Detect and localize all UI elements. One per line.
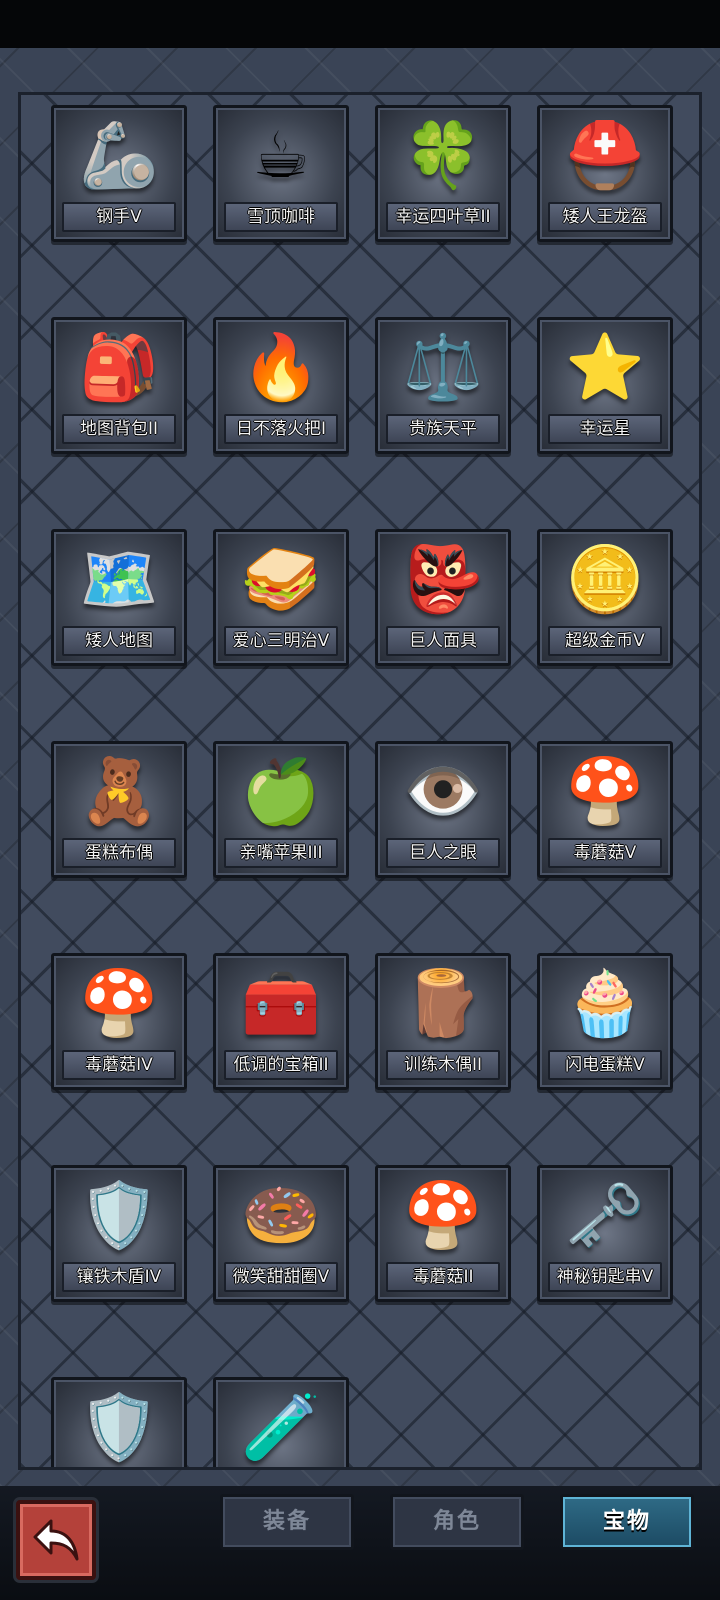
- treasure-name-label: 日不落火把I: [224, 414, 338, 444]
- treasure-name-label: 爱心三明治V: [224, 626, 338, 656]
- treasure-name-label: 毒蘑菇IV: [62, 1050, 176, 1080]
- treasure-icon: 🍄: [565, 755, 645, 829]
- treasure-card[interactable]: 🧁 闪电蛋糕V: [537, 953, 673, 1090]
- treasure-icon: 🧪: [241, 1391, 321, 1465]
- treasure-card[interactable]: 👺 巨人面具: [375, 529, 511, 666]
- treasure-card[interactable]: ☕ 雪顶咖啡: [213, 105, 349, 242]
- treasure-icon: 🪵: [403, 967, 483, 1041]
- treasure-name-label: 地图背包II: [62, 414, 176, 444]
- treasure-icon: 🍄: [79, 967, 159, 1041]
- treasure-card[interactable]: 🍏 亲嘴苹果III: [213, 741, 349, 878]
- treasure-card[interactable]: 🦾 钢手V: [51, 105, 187, 242]
- treasure-icon: 👺: [403, 543, 483, 617]
- treasure-name-label: 闪电蛋糕V: [548, 1050, 662, 1080]
- bottom-nav-bar: 装备 角色 宝物: [0, 1486, 720, 1600]
- treasure-name-label: 矮人地图: [62, 626, 176, 656]
- treasure-icon: 🗺️: [79, 543, 159, 617]
- treasure-icon: ⭐: [565, 331, 645, 405]
- treasure-icon: 🍄: [403, 1179, 483, 1253]
- treasure-icon: 🍏: [241, 755, 321, 829]
- treasure-name-label: 镶铁木盾IV: [62, 1262, 176, 1292]
- treasure-icon: 🛡️: [79, 1179, 159, 1253]
- treasure-card[interactable]: 👁️ 巨人之眼: [375, 741, 511, 878]
- treasure-name-label: 幸运四叶草II: [386, 202, 500, 232]
- treasure-card[interactable]: 🧸 蛋糕布偶: [51, 741, 187, 878]
- treasure-card[interactable]: ⛑️ 矮人王龙盔: [537, 105, 673, 242]
- treasure-card[interactable]: 🍀 幸运四叶草II: [375, 105, 511, 242]
- treasure-icon: 🧰: [241, 967, 321, 1041]
- treasure-card[interactable]: 🧰 低调的宝箱II: [213, 953, 349, 1090]
- treasure-name-label: 低调的宝箱II: [224, 1050, 338, 1080]
- treasure-icon: ⛑️: [565, 119, 645, 193]
- treasure-name-label: 雪顶咖啡: [224, 202, 338, 232]
- treasure-name-label: 毒蘑菇II: [386, 1262, 500, 1292]
- treasure-grid-frame[interactable]: 🦾 钢手V ☕ 雪顶咖啡 🍀 幸运四叶草II ⛑️ 矮人王龙盔 🎒 地图背包II 🔥 日不落火把I ⚖️…: [18, 92, 702, 1470]
- treasure-card[interactable]: 🧪: [213, 1377, 349, 1467]
- treasure-icon: 🔥: [241, 331, 321, 405]
- treasure-card[interactable]: 🔥 日不落火把I: [213, 317, 349, 454]
- treasure-card[interactable]: 🪙 超级金币V: [537, 529, 673, 666]
- treasure-name-label: 微笑甜甜圈V: [224, 1262, 338, 1292]
- treasure-icon: 🧸: [79, 755, 159, 829]
- treasure-name-label: 亲嘴苹果III: [224, 838, 338, 868]
- treasure-card[interactable]: 🗺️ 矮人地图: [51, 529, 187, 666]
- back-arrow-icon: [33, 1519, 79, 1561]
- treasure-name-label: 巨人之眼: [386, 838, 500, 868]
- treasure-card[interactable]: 🥪 爱心三明治V: [213, 529, 349, 666]
- treasure-icon: 🎒: [79, 331, 159, 405]
- treasure-card[interactable]: 🍩 微笑甜甜圈V: [213, 1165, 349, 1302]
- treasure-icon: 🦾: [79, 119, 159, 193]
- treasure-name-label: 钢手V: [62, 202, 176, 232]
- treasure-name-label: 神秘钥匙串V: [548, 1262, 662, 1292]
- treasure-icon: 👁️: [403, 755, 483, 829]
- treasure-icon: ⚖️: [403, 331, 483, 405]
- treasure-icon: 🍩: [241, 1179, 321, 1253]
- treasure-name-label: 矮人王龙盔: [548, 202, 662, 232]
- treasure-card[interactable]: ⚖️ 贵族天平: [375, 317, 511, 454]
- treasure-card[interactable]: 🍄 毒蘑菇V: [537, 741, 673, 878]
- treasure-icon: 🍀: [403, 119, 483, 193]
- tab-treasure[interactable]: 宝物: [560, 1494, 694, 1550]
- tab-equipment[interactable]: 装备: [220, 1494, 354, 1550]
- treasure-icon: 🧁: [565, 967, 645, 1041]
- treasure-name-label: 贵族天平: [386, 414, 500, 444]
- treasure-name-label: 超级金币V: [548, 626, 662, 656]
- treasure-name-label: 蛋糕布偶: [62, 838, 176, 868]
- treasure-panel: 🦾 钢手V ☕ 雪顶咖啡 🍀 幸运四叶草II ⛑️ 矮人王龙盔 🎒 地图背包II 🔥 日不落火把I ⚖️…: [0, 48, 720, 1486]
- tab-character[interactable]: 角色: [390, 1494, 524, 1550]
- treasure-card[interactable]: 🛡️ 镶铁木盾IV: [51, 1165, 187, 1302]
- treasure-icon: 🛡️: [79, 1391, 159, 1465]
- treasure-card[interactable]: 🗝️ 神秘钥匙串V: [537, 1165, 673, 1302]
- treasure-card[interactable]: 🍄 毒蘑菇II: [375, 1165, 511, 1302]
- treasure-name-label: 训练木偶II: [386, 1050, 500, 1080]
- treasure-grid: 🦾 钢手V ☕ 雪顶咖啡 🍀 幸运四叶草II ⛑️ 矮人王龙盔 🎒 地图背包II 🔥 日不落火把I ⚖️…: [51, 105, 673, 1467]
- treasure-card[interactable]: 🪵 训练木偶II: [375, 953, 511, 1090]
- treasure-card[interactable]: ⭐ 幸运星: [537, 317, 673, 454]
- treasure-icon: 🗝️: [565, 1179, 645, 1253]
- treasure-name-label: 毒蘑菇V: [548, 838, 662, 868]
- treasure-card[interactable]: 🍄 毒蘑菇IV: [51, 953, 187, 1090]
- treasure-icon: 🥪: [241, 543, 321, 617]
- treasure-icon: 🪙: [565, 543, 645, 617]
- treasure-name-label: 幸运星: [548, 414, 662, 444]
- treasure-icon: ☕: [252, 119, 310, 193]
- treasure-card[interactable]: 🎒 地图背包II: [51, 317, 187, 454]
- back-button[interactable]: [16, 1500, 96, 1580]
- treasure-card[interactable]: 🛡️: [51, 1377, 187, 1467]
- treasure-name-label: 巨人面具: [386, 626, 500, 656]
- status-bar: [0, 0, 720, 48]
